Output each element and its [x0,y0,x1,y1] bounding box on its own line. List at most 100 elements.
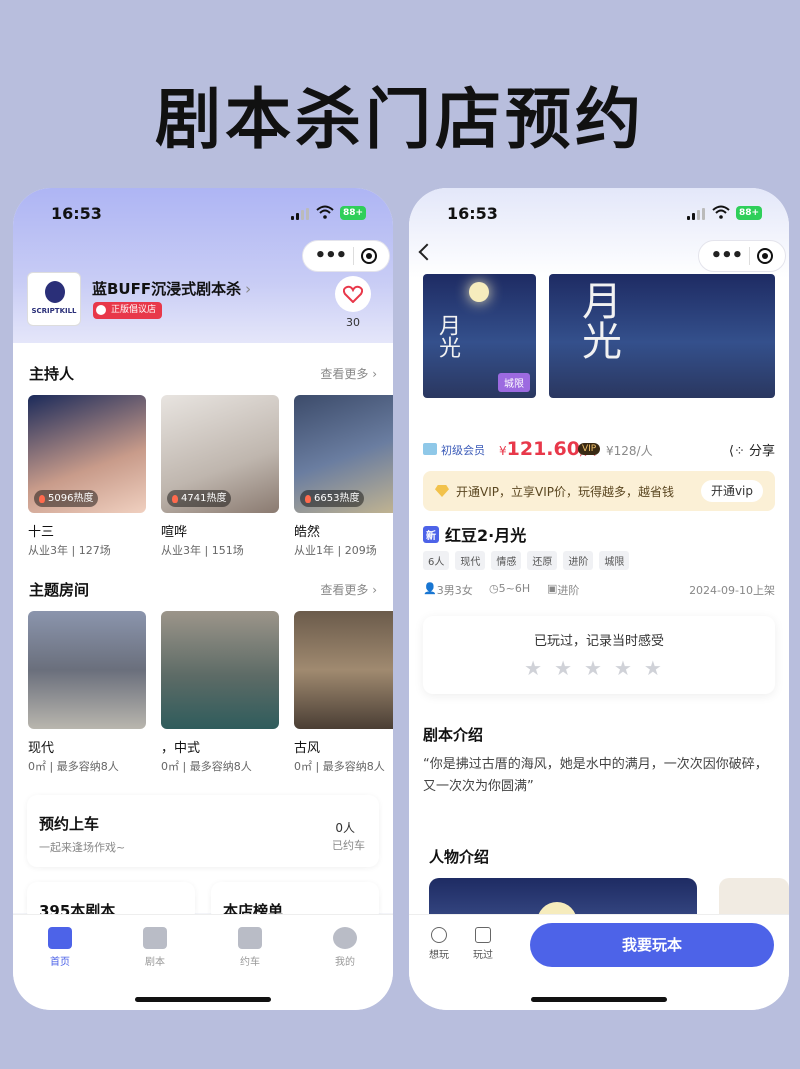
new-badge: 新 [423,526,439,543]
tag: 城限 [599,551,630,570]
room-photo [28,611,146,729]
book-icon [143,927,167,949]
room-card[interactable]: ，中式 0㎡ | 最多容纳8人 [161,611,279,774]
poster-calligraphy: 月光 [435,314,460,358]
booking-card[interactable]: 预约上车 一起来逢场作戏~ 0人 已约车 [27,795,379,867]
more-icon[interactable]: ••• [315,247,348,265]
room-photo [161,611,279,729]
status-time: 16:53 [447,204,498,223]
signal-icon [687,208,705,220]
status-bar: 16:53 88+ [409,188,789,238]
battery-icon: 88+ [736,206,762,220]
booking-count-label: 已约车 [332,839,365,852]
favorite-button[interactable] [335,276,371,312]
play-script-button[interactable]: 我要玩本 [530,923,774,967]
intro-title: 剧本介绍 [423,726,484,744]
booking-subtitle: 一起来逢场作戏~ [39,841,126,854]
host-name: 皓然 [294,525,321,540]
duration-info: ◷ 5~6H [489,582,531,595]
miniapp-capsule[interactable]: ••• [698,240,786,272]
room-card[interactable]: 古风 0㎡ | 最多容纳8人 [294,611,393,774]
favorite-count: 30 [346,316,360,329]
open-vip-button[interactable]: 开通vip [700,480,763,502]
vip-promo-banner[interactable]: 开通VIP，立享VIP价，玩得越多，越省钱 开通vip [423,471,775,511]
host-photo: 4741热度 [161,395,279,513]
script-poster-wide[interactable]: 月光 [549,274,775,398]
share-button[interactable]: ⟨⁘ 分享 [729,440,775,459]
heart-icon [343,285,363,303]
heat-badge: 5096热度 [34,490,99,507]
page-headline: 剧本杀门店预约 [155,81,645,158]
want-button[interactable]: 想玩 [419,927,459,961]
host-experience: 从业1年 | 209场 [294,544,377,557]
share-icon: ⟨⁘ [728,444,749,459]
hosts-more-link[interactable]: 查看更多 › [320,365,377,382]
tab-carpool[interactable]: 约车 [220,927,280,968]
tag: 还原 [527,551,558,570]
rating-card: 已玩过，记录当时感受 ★★★★★ [423,616,775,694]
room-photo [294,611,393,729]
host-name: 十三 [28,525,55,540]
played-button[interactable]: 玩过 [463,927,503,961]
tag: 6人 [423,551,450,570]
difficulty-info: ▣ 进阶 [547,582,580,597]
home-indicator [135,997,271,1002]
heart-outline-icon [431,927,447,943]
host-card[interactable]: 6653热度 皓然 从业1年 | 209场 [294,395,393,558]
battery-icon: 88+ [340,206,366,220]
host-experience: 从业3年 | 127场 [28,544,111,557]
home-screen: 16:53 88+ ••• SCRIPTKILL 蓝BUFF沉浸式剧本杀 › 正版… [13,188,393,1010]
user-icon [333,927,357,949]
rating-prompt: 已玩过，记录当时感受 [533,634,664,649]
car-icon [238,927,262,949]
booking-count: 0人 [335,821,355,835]
shop-name[interactable]: 蓝BUFF沉浸式剧本杀 › [92,278,251,299]
vip-promo-text: 开通VIP，立享VIP价，玩得越多，越省钱 [456,485,674,499]
signal-icon [291,208,309,220]
rooms-more-link[interactable]: 查看更多 › [320,581,377,598]
home-icon [48,927,72,949]
tag-list: 6人 现代 情感 还原 进阶 城限 [423,551,630,570]
bookmark-icon [475,927,491,943]
status-bar: 16:53 88+ [13,188,393,238]
players-info: 👤 3男3女 [423,582,473,597]
room-card[interactable]: 现代 0㎡ | 最多容纳8人 [28,611,146,774]
miniapp-capsule[interactable]: ••• [302,240,390,272]
tab-profile[interactable]: 我的 [315,927,375,968]
room-name: ，中式 [161,741,201,756]
tag: 进阶 [563,551,594,570]
poster-tag: 城限 [498,373,530,392]
heat-badge: 4741热度 [167,490,232,507]
release-date: 2024-09-10上架 [689,584,775,597]
intro-text: “你是拂过古厝的海风，她是水中的满月，一次次因你破碎，又一次次为你圆满” [423,757,768,794]
script-poster[interactable]: 月光 城限 [423,274,536,398]
host-photo: 5096热度 [28,395,146,513]
poster-calligraphy: 月光 [575,280,621,360]
star-rating[interactable]: ★★★★★ [423,656,775,680]
tab-home[interactable]: 首页 [30,927,90,968]
price-row: 初级会员 ¥121.60/人 VIP ¥128/人 ⟨⁘ 分享 [423,438,775,460]
bottom-tab-bar: 首页 剧本 约车 我的 [13,914,393,1010]
host-card[interactable]: 4741热度 喧哗 从业3年 | 151场 [161,395,279,558]
room-info: 0㎡ | 最多容纳8人 [28,760,119,773]
booking-title: 预约上车 [39,815,100,833]
host-experience: 从业3年 | 151场 [161,544,244,557]
rooms-title: 主题房间 [29,581,90,599]
heat-badge: 6653热度 [300,490,365,507]
home-indicator [531,997,667,1002]
close-target-icon[interactable] [361,248,378,264]
tag: 现代 [455,551,486,570]
vip-badge: VIP [578,443,601,455]
script-title: 新红豆2·月光 [423,522,526,546]
room-name: 现代 [28,741,55,756]
more-icon[interactable]: ••• [711,247,744,265]
bottom-action-bar: 想玩 玩过 我要玩本 [409,914,789,1010]
wifi-icon [316,205,334,219]
host-card[interactable]: 5096热度 十三 从业3年 | 127场 [28,395,146,558]
close-target-icon[interactable] [757,248,774,264]
host-name: 喧哗 [161,525,188,540]
chevron-right-icon: › [245,280,252,298]
room-name: 古风 [294,741,321,756]
wifi-icon [712,205,730,219]
tab-scripts[interactable]: 剧本 [125,927,185,968]
